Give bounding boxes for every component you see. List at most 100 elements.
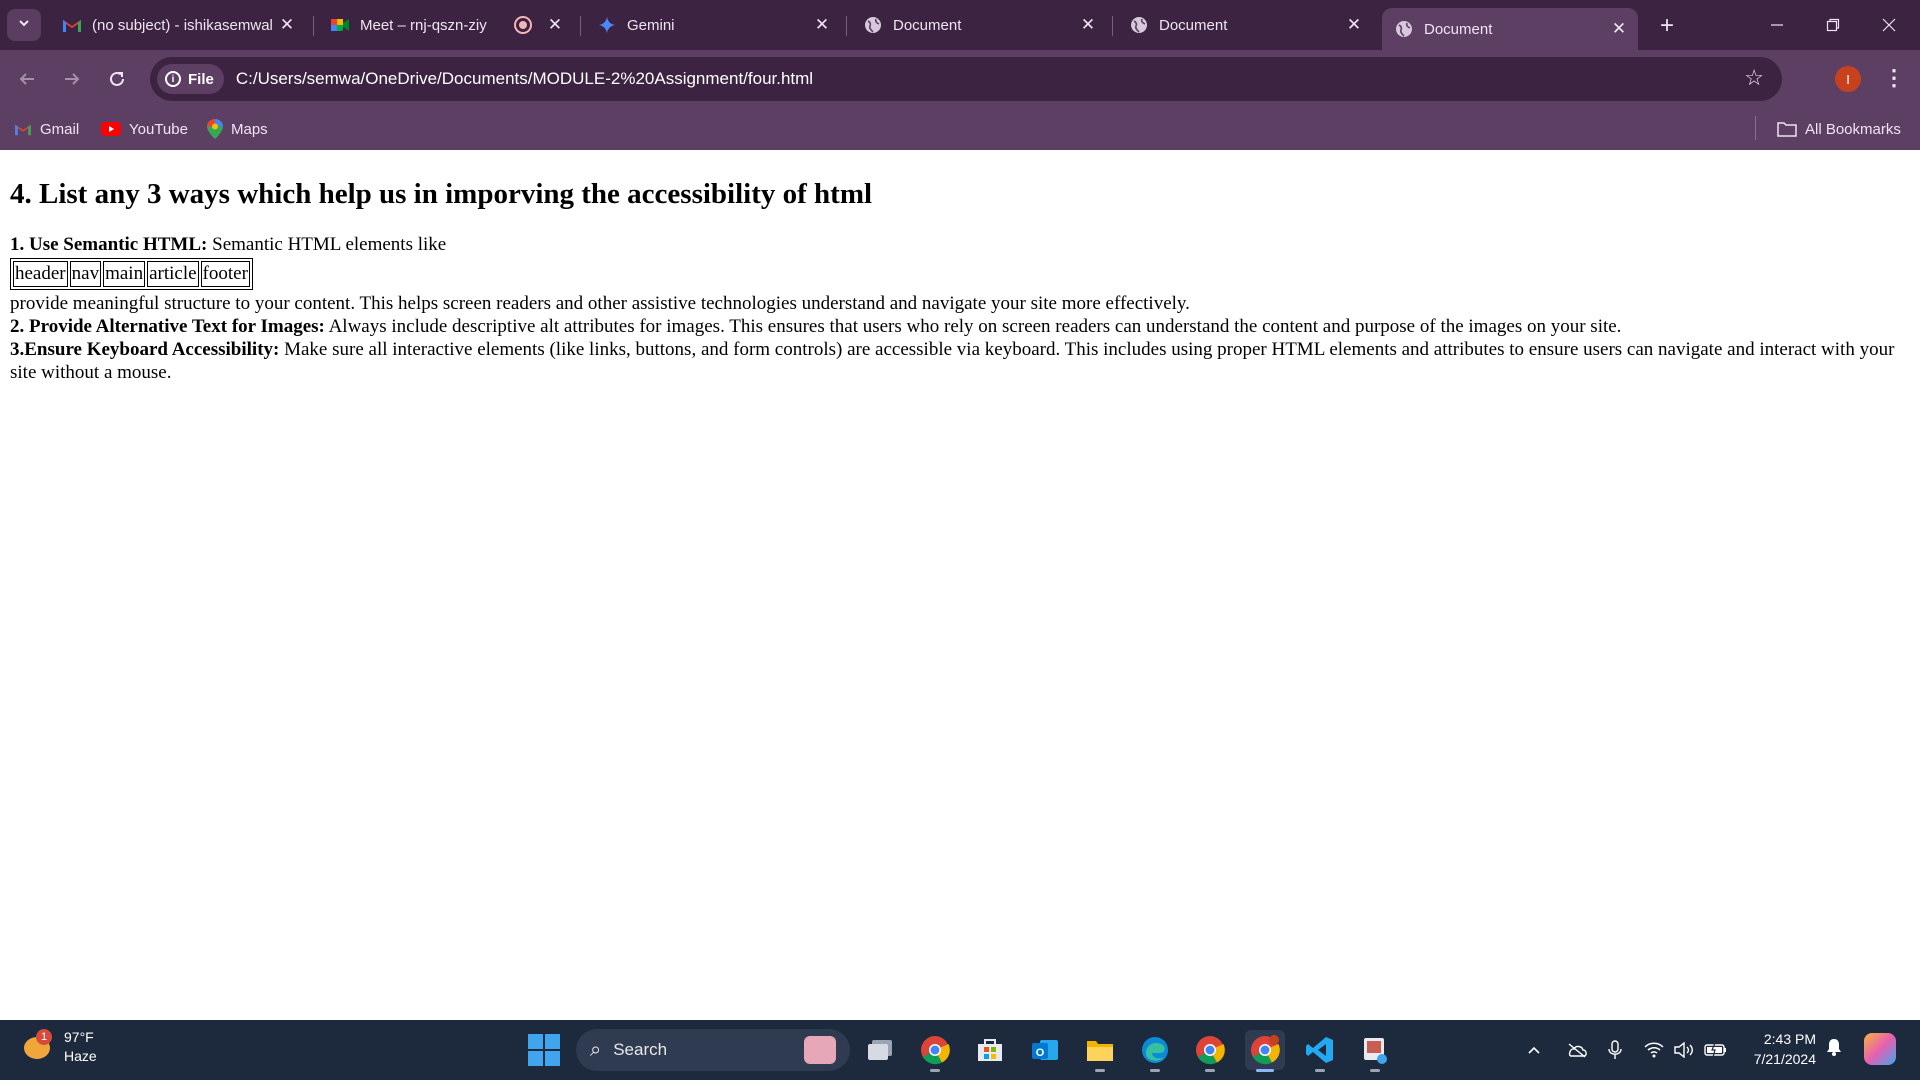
point-2: 2. Provide Alternative Text for Images: … (10, 315, 1910, 338)
point-2-text: Always include descriptive alt attribute… (324, 316, 1622, 337)
bookmark-label: YouTube (129, 120, 188, 138)
close-icon[interactable]: ✕ (542, 12, 568, 38)
close-icon[interactable]: ✕ (1075, 12, 1101, 38)
gmail-icon (62, 15, 82, 35)
tab-gmail[interactable]: (no subject) - ishikasemwal ✕ (50, 8, 306, 42)
vscode-icon (1306, 1037, 1333, 1063)
chrome-icon (921, 1036, 950, 1065)
outlook-icon: O (1032, 1040, 1058, 1060)
volume-tray[interactable] (1674, 1032, 1696, 1068)
gmail-icon (14, 122, 32, 136)
close-icon[interactable]: ✕ (809, 12, 835, 38)
address-bar[interactable]: i File C:/Users/semwa/OneDrive/Documents… (150, 57, 1782, 101)
tab-document-2[interactable]: Document ✕ (1117, 8, 1373, 42)
search-highlight-icon (804, 1036, 836, 1064)
weather-haze-icon: 1 (22, 1029, 54, 1063)
close-window-button[interactable] (1866, 8, 1912, 42)
search-label: Search (613, 1040, 668, 1059)
clock-time: 2:43 PM (1763, 1031, 1816, 1047)
taskbar-file-explorer[interactable] (1080, 1030, 1120, 1072)
tab-document-active[interactable]: Document ✕ (1382, 8, 1638, 50)
weather-widget[interactable]: 1 97°F Haze (22, 1028, 97, 1066)
system-clock[interactable]: 2:43 PM 7/21/2024 (1740, 1029, 1816, 1069)
scheme-label: File (188, 70, 214, 88)
close-icon[interactable]: ✕ (274, 12, 300, 38)
chrome-dev-icon (1196, 1036, 1225, 1065)
bookmark-maps[interactable]: Maps (207, 117, 268, 141)
tab-separator (313, 16, 314, 36)
onedrive-offline-icon (1568, 1043, 1587, 1058)
taskbar-snipping-tool[interactable] (1355, 1030, 1395, 1072)
edge-icon (1142, 1037, 1168, 1063)
wifi-icon (1644, 1042, 1664, 1058)
close-icon[interactable]: ✕ (1341, 12, 1367, 38)
more-menu-icon[interactable]: ⋮ (1880, 62, 1908, 94)
taskbar-chrome-active[interactable] (1245, 1030, 1285, 1072)
microphone-tray[interactable] (1608, 1032, 1622, 1068)
tab-title: (no subject) - ishikasemwal (92, 16, 273, 34)
tab-document-1[interactable]: Document ✕ (851, 8, 1107, 42)
microphone-icon (1608, 1040, 1622, 1059)
point-3-text: Make sure all interactive elements (like… (10, 339, 1895, 383)
start-button[interactable] (528, 1034, 560, 1066)
all-bookmarks-label: All Bookmarks (1805, 120, 1901, 138)
battery-charging-icon (1704, 1043, 1726, 1057)
taskbar-outlook[interactable]: O (1025, 1030, 1065, 1070)
battery-tray[interactable] (1704, 1032, 1728, 1068)
tab-title: Document (1159, 16, 1228, 34)
taskbar-chrome-profile[interactable] (1190, 1030, 1230, 1072)
restore-button[interactable] (1810, 8, 1856, 42)
copilot-icon[interactable] (1864, 1033, 1896, 1065)
bookmark-star-icon[interactable]: ☆ (1744, 65, 1764, 91)
tab-title: Meet – rnj-qszn-ziy (360, 16, 487, 34)
bookmark-label: Maps (231, 120, 268, 138)
store-icon (978, 1039, 1002, 1061)
new-tab-button[interactable]: + (1652, 11, 1682, 41)
all-bookmarks-button[interactable]: All Bookmarks (1777, 117, 1901, 141)
url-text[interactable]: C:/Users/semwa/OneDrive/Documents/MODULE… (236, 69, 813, 89)
minimize-button[interactable] (1754, 8, 1800, 42)
table-cell: main (103, 261, 146, 287)
tab-title: Document (893, 16, 962, 34)
point-1-label: 1. Use Semantic HTML: (10, 234, 208, 255)
file-explorer-icon (1087, 1041, 1113, 1061)
tab-search-button[interactable] (7, 9, 41, 41)
wifi-tray[interactable] (1644, 1032, 1664, 1068)
point-3: 3.Ensure Keyboard Accessibility: Make su… (10, 338, 1910, 384)
info-icon: i (165, 71, 181, 87)
notification-bell-icon[interactable] (1826, 1038, 1842, 1061)
snipping-tool-icon (1364, 1038, 1387, 1064)
maps-icon (207, 119, 223, 139)
reload-button[interactable] (100, 62, 134, 96)
clock-date: 7/21/2024 (1753, 1051, 1816, 1067)
taskbar-vscode[interactable] (1300, 1030, 1340, 1072)
tab-separator (580, 16, 581, 36)
taskbar-search[interactable]: ⌕ Search (576, 1029, 850, 1071)
taskbar-chrome[interactable] (915, 1030, 955, 1072)
tab-title: Gemini (627, 16, 675, 34)
back-button[interactable] (10, 62, 44, 96)
task-view-button[interactable] (860, 1030, 900, 1070)
recording-icon (514, 16, 532, 34)
table-row: header nav main article footer (13, 261, 250, 287)
bookmarks-divider (1755, 116, 1756, 140)
reload-icon (110, 71, 124, 86)
site-info-chip[interactable]: i File (157, 64, 224, 94)
point-1-intro: 1. Use Semantic HTML: Semantic HTML elem… (10, 233, 1910, 256)
close-icon[interactable]: ✕ (1606, 16, 1632, 42)
onedrive-tray[interactable] (1566, 1032, 1588, 1068)
profile-avatar[interactable]: I (1835, 66, 1861, 92)
show-hidden-icons[interactable] (1526, 1032, 1542, 1068)
bookmark-label: Gmail (40, 120, 80, 138)
taskbar-edge[interactable] (1135, 1030, 1175, 1072)
table-cell: header (13, 261, 68, 287)
bookmark-gmail[interactable]: Gmail (14, 117, 79, 141)
forward-button[interactable] (55, 62, 89, 96)
tab-gemini[interactable]: Gemini ✕ (585, 8, 841, 42)
semantic-elements-table: header nav main article footer (10, 258, 253, 290)
search-icon: ⌕ (590, 1038, 602, 1061)
taskbar-store[interactable] (970, 1030, 1010, 1070)
bookmark-youtube[interactable]: YouTube (101, 117, 188, 141)
tab-meet[interactable]: Meet – rnj-qszn-ziy ✕ (318, 8, 574, 42)
table-cell: footer (200, 261, 250, 287)
